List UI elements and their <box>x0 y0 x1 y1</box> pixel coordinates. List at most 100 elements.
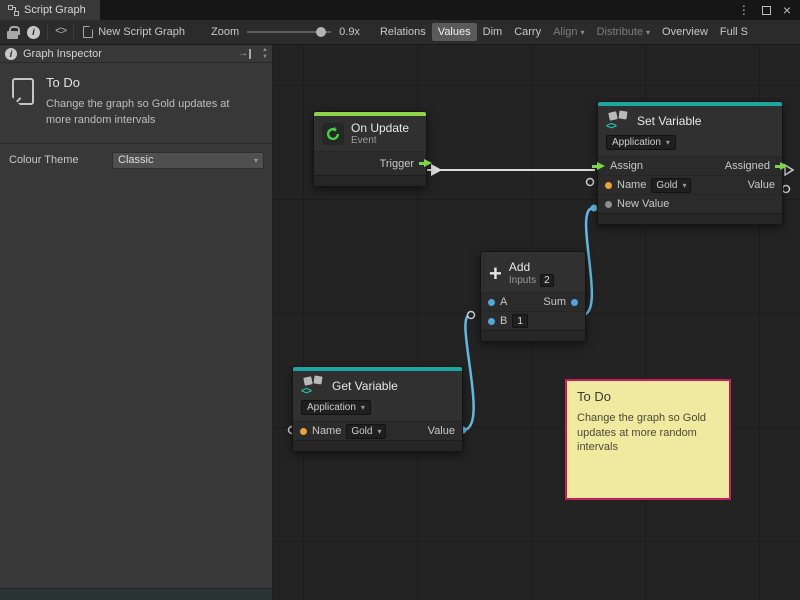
node-subtitle: Event <box>351 135 409 146</box>
chevron-down-icon: ▾ <box>666 138 670 147</box>
name-port-icon[interactable] <box>300 428 307 435</box>
inspector-info-icon: i <box>5 48 17 60</box>
dock-icon[interactable]: → <box>238 49 251 59</box>
window-controls: ⋮ × <box>738 0 800 20</box>
name-port-icon[interactable] <box>605 182 612 189</box>
chevron-down-icon: ▾ <box>646 28 650 37</box>
graph-canvas[interactable]: On Update Event Trigger <> Set Variable <box>273 45 800 600</box>
assign-port-label: Assign <box>610 160 643 172</box>
node-add[interactable]: + Add Inputs 2 A Sum B 1 <box>480 251 586 342</box>
node-title: Get Variable <box>332 379 398 393</box>
graph-toolbar: i <> New Script Graph Zoom 0.9x Relation… <box>0 20 800 45</box>
zoom-slider[interactable] <box>247 26 331 38</box>
sticky-note[interactable]: To Do Change the graph so Gold updates a… <box>565 379 731 500</box>
colour-theme-value: Classic <box>118 154 153 166</box>
align-button[interactable]: Align ▾ <box>547 23 590 41</box>
b-port-label: B <box>500 315 507 327</box>
node-title: Set Variable <box>637 114 701 128</box>
relations-button[interactable]: Relations <box>374 23 432 41</box>
maximize-icon[interactable] <box>762 6 771 15</box>
new-graph-label[interactable]: New Script Graph <box>98 26 185 38</box>
port-setvar-value-edge <box>783 186 790 193</box>
scroll-up-icon[interactable]: ▲ <box>262 47 268 53</box>
zoom-label: Zoom <box>211 26 239 38</box>
value-port-label: Value <box>748 179 775 191</box>
script-graph-icon <box>8 5 19 16</box>
inputs-label: Inputs <box>509 275 536 286</box>
inspector-title: Graph Inspector <box>23 48 102 60</box>
node-get-variable[interactable]: <> Get Variable Application ▾ Name Gold … <box>292 366 463 452</box>
graph-inspector-panel: i Graph Inspector → ▲ ▼ To Do Change the… <box>0 45 273 600</box>
values-button[interactable]: Values <box>432 23 477 41</box>
inspector-header: i Graph Inspector → ▲ ▼ <box>0 45 272 63</box>
trigger-port-icon[interactable] <box>419 159 432 168</box>
new-graph-icon <box>83 26 93 38</box>
menu-icon[interactable]: ⋮ <box>738 3 750 17</box>
variable-icon: <> <box>606 111 630 132</box>
node-footer <box>314 175 426 186</box>
close-icon[interactable]: × <box>783 2 791 18</box>
assigned-port-icon[interactable] <box>775 162 788 171</box>
zoom-value: 0.9x <box>339 26 360 38</box>
chevron-down-icon: ▾ <box>254 156 258 165</box>
variable-scope-select[interactable]: Application ▾ <box>301 400 371 415</box>
assigned-port-label: Assigned <box>725 160 770 172</box>
new-value-port-icon[interactable] <box>605 201 612 208</box>
inspector-todo-body: Change the graph so Gold updates at more… <box>46 97 251 129</box>
lock-icon[interactable] <box>7 26 18 39</box>
variable-name-select[interactable]: Gold ▾ <box>346 424 386 439</box>
variable-scope-select[interactable]: Application ▾ <box>606 135 676 150</box>
chevron-down-icon: ▾ <box>682 181 686 190</box>
name-port-label: Name <box>312 425 341 437</box>
overview-button[interactable]: Overview <box>656 23 714 41</box>
toolbar-separator <box>73 25 74 40</box>
colour-theme-row: Colour Theme Classic ▾ <box>0 144 272 177</box>
chevron-down-icon: ▾ <box>581 28 585 37</box>
node-footer <box>293 440 462 451</box>
new-value-port-label: New Value <box>617 198 669 210</box>
inspector-todo-section: To Do Change the graph so Gold updates a… <box>0 63 272 144</box>
tab-script-graph[interactable]: Script Graph <box>0 0 100 20</box>
toolbar-separator <box>47 25 48 40</box>
b-port-icon[interactable] <box>488 318 495 325</box>
dim-button[interactable]: Dim <box>477 23 509 41</box>
event-loop-icon <box>322 123 344 145</box>
chevron-down-icon: ▾ <box>377 427 381 436</box>
colour-theme-label: Colour Theme <box>9 154 79 166</box>
inspector-scrollbar[interactable]: ▲ ▼ <box>262 47 268 60</box>
name-port-label: Name <box>617 179 646 191</box>
variable-icon: <> <box>301 376 325 397</box>
node-on-update[interactable]: On Update Event Trigger <box>313 111 427 187</box>
sum-port-icon[interactable] <box>571 299 578 306</box>
colour-theme-select[interactable]: Classic ▾ <box>112 152 264 169</box>
toolbar-buttons: Relations Values Dim Carry Align ▾ Distr… <box>374 23 754 41</box>
distribute-button[interactable]: Distribute ▾ <box>591 23 656 41</box>
carry-button[interactable]: Carry <box>508 23 547 41</box>
scroll-down-icon[interactable]: ▼ <box>262 54 268 60</box>
zoom-slider-handle[interactable] <box>316 27 326 37</box>
trigger-port-label: Trigger <box>380 158 414 170</box>
code-icon[interactable]: <> <box>55 26 66 38</box>
node-footer <box>481 330 585 341</box>
tab-title: Script Graph <box>24 4 86 16</box>
node-set-variable[interactable]: <> Set Variable Application ▾ Assign Ass… <box>597 101 783 225</box>
node-title: On Update <box>351 121 409 135</box>
fullscreen-button[interactable]: Full S <box>714 23 754 41</box>
node-footer <box>598 213 782 224</box>
port-setvar-name-edge <box>587 179 594 186</box>
wire-arrowhead-icon <box>431 164 442 176</box>
inspector-footer-bar <box>0 588 272 600</box>
variable-name-select[interactable]: Gold ▾ <box>651 178 691 193</box>
wire-value-to-a <box>463 315 474 430</box>
window-tab-bar: Script Graph ⋮ × <box>0 0 800 20</box>
sticky-note-title: To Do <box>577 389 719 404</box>
add-icon: + <box>489 264 502 284</box>
a-port-icon[interactable] <box>488 299 495 306</box>
b-value-field[interactable]: 1 <box>512 314 528 328</box>
inputs-count-stepper[interactable]: 2 <box>540 274 554 287</box>
chevron-down-icon: ▾ <box>361 403 365 412</box>
node-title: Add <box>509 260 554 274</box>
assign-port-icon[interactable] <box>592 162 605 171</box>
note-icon <box>12 78 34 105</box>
info-icon[interactable]: i <box>27 26 40 39</box>
